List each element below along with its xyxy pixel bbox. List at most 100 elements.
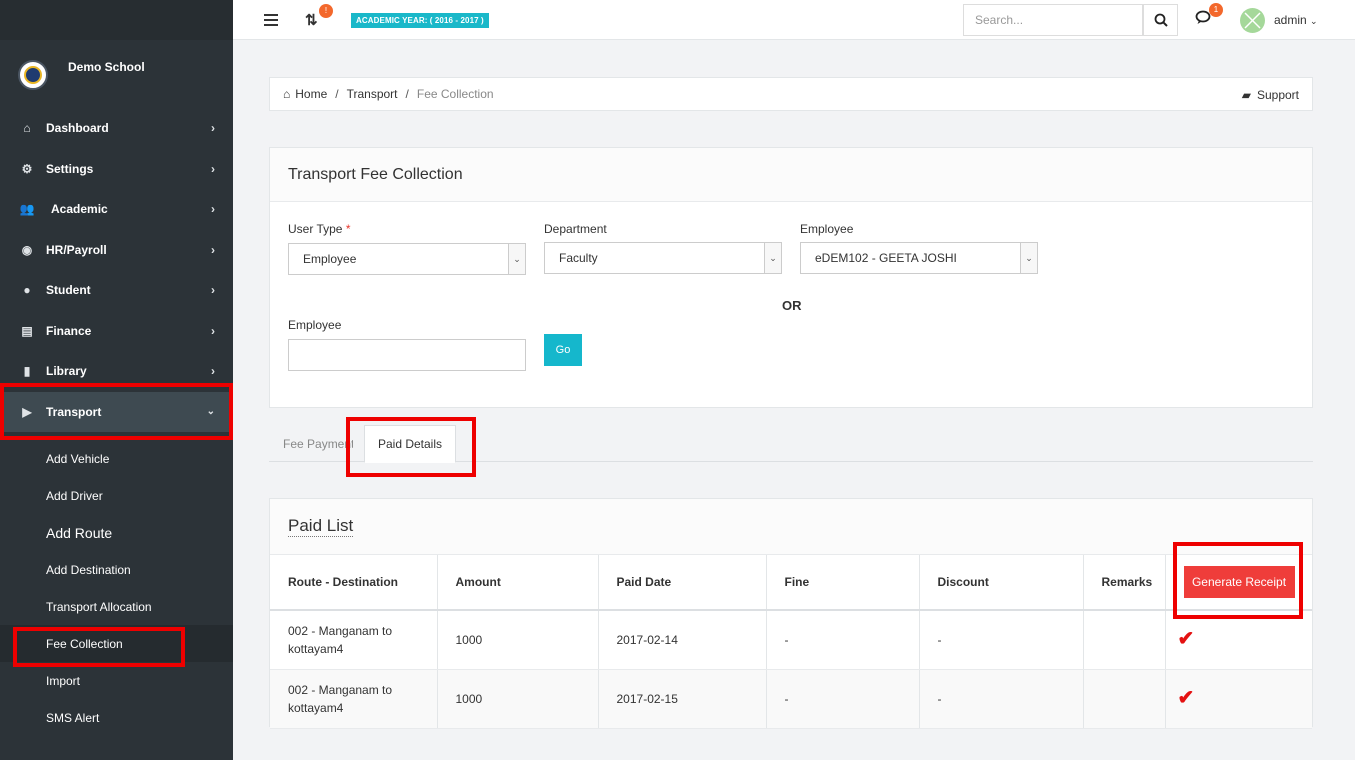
- department-select[interactable]: Faculty ⌄: [544, 242, 782, 274]
- discount-cell: -: [919, 669, 1084, 729]
- chevron-right-icon: ›: [211, 121, 215, 136]
- user-icon: ●: [23, 283, 31, 298]
- users-icon: 👥: [19, 202, 35, 217]
- submenu-transport-allocation[interactable]: Transport Allocation: [0, 588, 233, 625]
- sidebar-item-label: HR/Payroll: [46, 242, 107, 257]
- breadcrumb-home[interactable]: Home: [295, 87, 327, 101]
- book-icon: ▮: [23, 364, 31, 379]
- support-label: Support: [1256, 88, 1299, 102]
- search-button[interactable]: [1143, 4, 1178, 36]
- user-type-label: User Type *: [288, 222, 351, 236]
- support-link[interactable]: ▰ Support: [1242, 88, 1299, 102]
- breadcrumb-transport[interactable]: Transport: [347, 87, 398, 101]
- submenu-add-vehicle[interactable]: Add Vehicle: [0, 440, 233, 477]
- sidebar-item-library[interactable]: ▮ Library ›: [0, 351, 233, 392]
- chevron-down-icon: ⌄: [1020, 243, 1037, 273]
- chat-badge: 1: [1209, 3, 1223, 17]
- employee-value: eDEM102 - GEETA JOSHI: [815, 251, 957, 265]
- remarks-cell: [1083, 610, 1166, 670]
- search-icon: [1154, 13, 1168, 27]
- user-name: admin: [1274, 13, 1307, 27]
- column-header: Discount: [919, 555, 1084, 611]
- tab-fee-payment[interactable]: Fee Payment: [283, 425, 353, 462]
- department-value: Faculty: [559, 251, 598, 265]
- user-type-select[interactable]: Employee ⌄: [288, 243, 526, 275]
- paid-list-title: Paid List: [270, 499, 1312, 555]
- sidebar-top-bar: [0, 0, 233, 40]
- sidebar-item-label: Library: [46, 364, 87, 379]
- column-header: Paid Date: [598, 555, 767, 611]
- select-cell: ✔: [1165, 669, 1312, 729]
- column-header: Amount: [437, 555, 599, 611]
- transport-submenu: Add Vehicle Add Driver Add Route Add Des…: [0, 432, 233, 736]
- sidebar-item-academic[interactable]: 👥 Academic ›: [0, 189, 233, 230]
- chevron-right-icon: ›: [211, 364, 215, 379]
- sidebar-item-student[interactable]: ● Student ›: [0, 270, 233, 311]
- school-logo-icon: [18, 60, 48, 90]
- route-cell: 002 - Manganam to kottayam4: [270, 610, 438, 670]
- chevron-right-icon: ›: [211, 161, 215, 176]
- table-row: 002 - Manganam to kottayam4 1000 2017-02…: [270, 610, 1312, 670]
- fine-cell: -: [766, 610, 920, 670]
- paid-list-table: Route - Destination Amount Paid Date Fin…: [270, 555, 1312, 729]
- academic-year-badge[interactable]: ACADEMIC YEAR: ( 2016 - 2017 ): [351, 13, 489, 28]
- notification-badge: !: [319, 4, 333, 18]
- refresh-icon[interactable]: ⇅: [305, 11, 318, 29]
- paid-list-panel: Paid List Route - Destination Amount Pai…: [269, 498, 1313, 729]
- chevron-right-icon: ›: [211, 202, 215, 217]
- go-button[interactable]: Go: [544, 334, 582, 366]
- school-name: Demo School: [68, 60, 145, 74]
- employee-search-input[interactable]: [288, 339, 526, 371]
- generate-column-header: Generate Receipt: [1165, 555, 1312, 611]
- employee-label: Employee: [800, 222, 854, 236]
- brand: Demo School: [0, 40, 233, 110]
- generate-receipt-button[interactable]: Generate Receipt: [1183, 566, 1295, 598]
- paid-date-cell: 2017-02-14: [598, 610, 767, 670]
- paid-date-cell: 2017-02-15: [598, 669, 767, 729]
- fee-collection-form: Transport Fee Collection User Type * Emp…: [269, 147, 1313, 408]
- sidebar-item-label: Academic: [51, 202, 108, 217]
- chevron-right-icon: ›: [211, 242, 215, 257]
- employee-search-label: Employee: [288, 318, 342, 332]
- column-header: Remarks: [1083, 555, 1166, 611]
- employee-select[interactable]: eDEM102 - GEETA JOSHI ⌄: [800, 242, 1038, 274]
- submenu-sms-alert[interactable]: SMS Alert: [0, 699, 233, 736]
- search-input[interactable]: [963, 4, 1143, 36]
- sidebar-item-label: Student: [46, 283, 91, 298]
- table-row: 002 - Manganam to kottayam4 1000 2017-02…: [270, 669, 1312, 729]
- chevron-right-icon: ›: [211, 323, 215, 338]
- home-icon: ⌂: [283, 87, 291, 101]
- truck-icon: ▶: [22, 404, 32, 419]
- discount-cell: -: [919, 610, 1084, 670]
- submenu-add-driver[interactable]: Add Driver: [0, 477, 233, 514]
- sidebar-item-transport[interactable]: ▶ Transport ⌄: [0, 391, 233, 432]
- sidebar-item-label: Finance: [46, 323, 92, 338]
- submenu-add-destination[interactable]: Add Destination: [0, 551, 233, 588]
- user-menu[interactable]: admin ⌄: [1274, 13, 1318, 27]
- avatar[interactable]: [1240, 8, 1265, 33]
- sidebar-item-label: Dashboard: [46, 121, 109, 136]
- menu-toggle-icon[interactable]: [264, 14, 278, 26]
- route-cell: 002 - Manganam to kottayam4: [270, 669, 438, 729]
- tab-paid-details[interactable]: Paid Details: [364, 425, 456, 463]
- submenu-fee-collection[interactable]: Fee Collection: [0, 625, 233, 662]
- sidebar-item-settings[interactable]: ⚙ Settings ›: [0, 149, 233, 190]
- sidebar-item-hr-payroll[interactable]: ◉ HR/Payroll ›: [0, 230, 233, 271]
- chevron-right-icon: ›: [211, 283, 215, 298]
- money-icon: ▤: [21, 323, 33, 338]
- submenu-import[interactable]: Import: [0, 662, 233, 699]
- department-label: Department: [544, 222, 607, 236]
- sidebar-item-dashboard[interactable]: ⌂ Dashboard ›: [0, 108, 233, 149]
- checkbox-checked-icon[interactable]: ✔: [1178, 687, 1195, 709]
- sidebar: Demo School ⌂ Dashboard › ⚙ Settings › 👥…: [0, 0, 233, 760]
- breadcrumb: ⌂ Home / Transport / Fee Collection ▰ Su…: [269, 77, 1313, 111]
- chevron-down-icon: ⌄: [1310, 16, 1318, 26]
- form-title: Transport Fee Collection: [270, 148, 1312, 202]
- submenu-add-route[interactable]: Add Route: [0, 514, 233, 551]
- checkbox-checked-icon[interactable]: ✔: [1178, 628, 1195, 650]
- sidebar-item-finance[interactable]: ▤ Finance ›: [0, 311, 233, 352]
- breadcrumb-current: Fee Collection: [416, 87, 494, 101]
- or-separator: OR: [782, 298, 802, 313]
- comments-icon: ▰: [1241, 88, 1251, 102]
- top-header: ⇅ ! ACADEMIC YEAR: ( 2016 - 2017 ) 1 adm…: [233, 0, 1355, 40]
